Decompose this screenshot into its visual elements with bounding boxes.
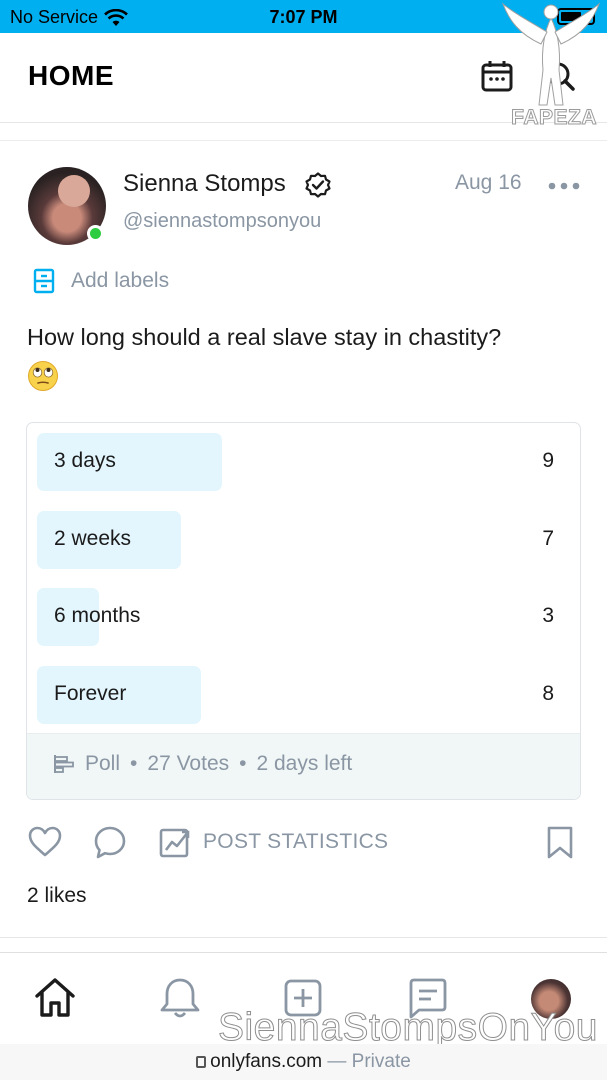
url-mode: — Private [327,1051,411,1072]
calendar-icon[interactable] [480,59,514,93]
poll-option-label: 2 weeks [54,527,132,550]
verified-badge-icon [305,172,331,198]
lock-icon [196,1056,207,1068]
poll-option-label: 3 days [54,449,116,472]
avatar-face [58,175,90,207]
poll-votes: 27 Votes [147,752,230,775]
post-body: How long should a real slave stay in cha… [27,322,587,399]
author-name[interactable]: Sienna Stomps [123,170,286,198]
add-labels-label: Add labels [71,269,170,292]
meta-separator: • [239,752,247,775]
face-with-rolling-eyes-icon [28,361,58,391]
post-statistics-button[interactable]: POST STATISTICS [203,830,388,854]
add-labels-button[interactable]: Add labels [33,268,169,294]
poll-option[interactable]: Forever 8 [37,666,570,724]
poll-option[interactable]: 3 days 9 [37,433,570,491]
author-handle[interactable]: @siennastompsonyou [123,210,321,233]
more-options-icon[interactable] [548,182,580,190]
battery-icon [557,8,595,25]
browser-url-bar[interactable]: onlyfans.com — Private [0,1044,607,1080]
status-bar: No Service 7:07 PM [0,0,607,33]
url-domain: onlyfans.com [210,1051,323,1072]
poll-icon [54,755,74,773]
labels-icon [33,268,55,294]
clock: 7:07 PM [269,7,338,27]
bell-icon[interactable] [157,975,203,1021]
online-status-dot [87,225,104,242]
search-icon[interactable] [543,59,577,93]
poll-option[interactable]: 6 months 3 [37,588,570,646]
heart-icon[interactable] [27,824,63,860]
poll-time-left: 2 days left [256,752,353,775]
likes-count[interactable]: 2 likes [27,884,87,908]
comment-icon[interactable] [92,824,128,860]
page-title: HOME [28,60,114,91]
poll-option-count: 3 [542,604,554,627]
poll-option-count: 7 [542,527,554,550]
post-actions: POST STATISTICS [0,822,607,866]
poll-option-count: 8 [542,682,554,705]
poll-option[interactable]: 2 weeks 7 [37,511,570,569]
poll-type-label: Poll [85,752,121,775]
divider [0,140,607,141]
post-date: Aug 16 [455,171,522,194]
poll-option-count: 9 [542,449,554,472]
meta-separator: • [130,752,138,775]
top-header: HOME [0,33,607,123]
statistics-icon[interactable] [158,824,194,860]
bookmark-icon[interactable] [542,824,578,860]
poll-meta: Poll • 27 Votes • 2 days left [53,752,352,776]
poll-card: 3 days 9 2 weeks 7 6 months 3 Forever 8 … [26,422,581,800]
home-icon[interactable] [32,975,78,1021]
poll-option-label: Forever [54,682,127,705]
post-text: How long should a real slave stay in cha… [27,324,502,350]
divider [0,937,607,938]
poll-option-label: 6 months [54,604,141,627]
poll-footer: Poll • 27 Votes • 2 days left [27,733,580,799]
